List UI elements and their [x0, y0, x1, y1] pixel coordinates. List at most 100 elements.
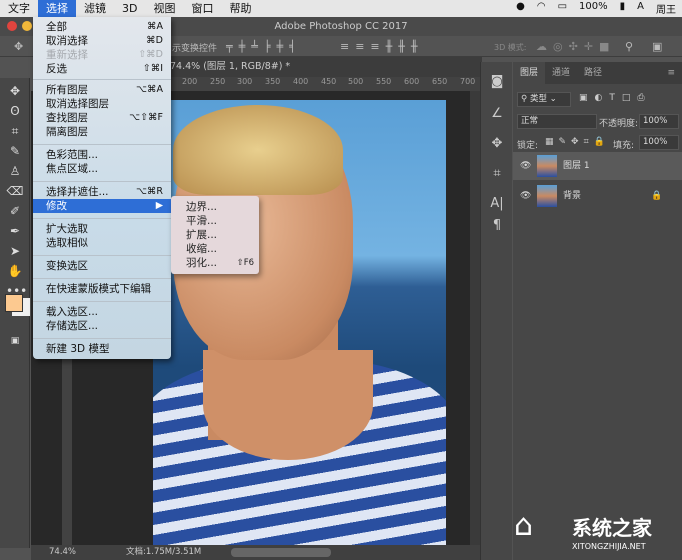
menu-item-label: 变换选区 [46, 260, 88, 272]
ruler-tick: 600 [404, 77, 420, 86]
submenu-item[interactable]: 扩展... [186, 228, 256, 242]
pen-tool-icon[interactable]: ✒ [6, 222, 24, 240]
select-arrow-icon[interactable]: ➤ [6, 242, 24, 260]
menu-item[interactable]: 所有图层 ⌥⌘A [33, 83, 171, 97]
menu-item[interactable]: 存储选区... [33, 319, 171, 333]
hand-tool-icon[interactable]: ✋ [6, 262, 24, 280]
visibility-eye-icon[interactable]: 👁 [520, 152, 531, 180]
menu-view[interactable]: 视图 [145, 0, 183, 17]
menu-item-label: 查找图层 [46, 112, 88, 124]
document-tab[interactable]: 74.4% (图层 1, RGB/8#) * [170, 57, 290, 77]
menu-separator [33, 218, 171, 219]
watermark: ⌂ 系统之家 XITONGZHIJIA.NET [510, 500, 682, 560]
menu-item[interactable]: 取消选择图层 [33, 97, 171, 111]
ruler-tick: 450 [321, 77, 337, 86]
healing-brush-icon[interactable]: ✎ [6, 142, 24, 160]
airplay-icon[interactable]: ▭ [558, 1, 567, 16]
foreground-color-swatch[interactable] [5, 294, 23, 312]
menu-item[interactable]: 选择并遮住... ⌥⌘R [33, 185, 171, 199]
blend-mode-select[interactable]: 正常 [517, 114, 597, 129]
menu-item[interactable]: 变换选区 [33, 259, 171, 273]
distribute-icons[interactable]: ≡≡≡╫╫╫ [340, 40, 424, 53]
type-panel-icon[interactable]: A| [488, 196, 506, 214]
menu-item[interactable]: 选取相似 [33, 236, 171, 250]
paragraph-icon[interactable]: ¶ [488, 218, 506, 236]
crop-panel-icon[interactable]: ⌗ [488, 166, 506, 184]
menu-item[interactable]: 载入选区... [33, 305, 171, 319]
panel-menu-icon[interactable]: ≡ [660, 62, 682, 84]
menu-item-shortcut: ⌘A [147, 21, 163, 32]
close-window-button[interactable] [7, 21, 17, 31]
menu-item-label: 焦点区域... [46, 163, 99, 175]
workspace-icon[interactable]: ▣ [652, 40, 662, 53]
wifi-icon[interactable]: ◠ [537, 1, 546, 16]
tab-layers[interactable]: 图层 [513, 62, 546, 84]
lock-icons[interactable]: ▦✎✥⌗🔒 [545, 137, 615, 147]
filter-icons[interactable]: ▣◐T□⎙ [579, 93, 679, 103]
layer-name[interactable]: 图层 1 [563, 152, 590, 180]
menu-item[interactable]: 反选 ⇧⌘I [33, 62, 171, 76]
submenu-item-shortcut: ⇧F6 [236, 258, 254, 268]
show-transform-controls[interactable]: 示变换控件 [172, 41, 217, 54]
vertical-scrollbar[interactable] [470, 91, 480, 545]
document-size: 文档:1.75M/3.51M [126, 547, 202, 557]
menu-item-shortcut: ⌥⇧⌘F [129, 112, 163, 123]
input-method-icon[interactable]: A [637, 1, 644, 16]
menu-3d[interactable]: 3D [114, 0, 145, 17]
menu-item[interactable]: 隔离图层 [33, 125, 171, 139]
document-image[interactable] [153, 100, 446, 545]
3d-tools-icons[interactable]: ☁◎✣✛■ [536, 40, 615, 53]
lasso-tool-icon[interactable]: ʘ [6, 102, 24, 120]
menu-item[interactable]: 在快速蒙版模式下编辑 [33, 282, 171, 296]
minimize-window-button[interactable] [22, 21, 32, 31]
stamp-tool-icon[interactable]: ♙ [6, 162, 24, 180]
submenu-item[interactable]: 收缩... [186, 242, 256, 256]
watermark-text: 系统之家 [572, 516, 652, 540]
adjust-icon[interactable]: ∠ [488, 106, 506, 124]
tab-paths[interactable]: 路径 [577, 62, 609, 84]
brush-tool-icon[interactable]: ✐ [6, 202, 24, 220]
user-name[interactable]: 周王 [656, 1, 676, 16]
menu-item[interactable]: 全部 ⌘A [33, 20, 171, 34]
move-tool-icon[interactable]: ✥ [6, 82, 24, 100]
menu-item[interactable]: 修改 ▶ [33, 199, 171, 213]
layer-row[interactable]: 👁 图层 1 [513, 152, 682, 180]
menu-item[interactable]: 色彩范围... [33, 148, 171, 162]
menu-text[interactable]: 文字 [0, 0, 38, 17]
menu-item[interactable]: 扩大选取 [33, 222, 171, 236]
opacity-input[interactable]: 100% [639, 114, 679, 129]
submenu-item[interactable]: 边界... [186, 200, 256, 214]
fill-input[interactable]: 100% [639, 135, 679, 150]
menu-item[interactable]: 重新选择 ⇧⌘D [33, 48, 171, 62]
properties-icon[interactable]: ◙ [488, 74, 506, 92]
puzzle-icon[interactable]: ✥ [488, 136, 506, 154]
menu-item[interactable]: 新建 3D 模型 [33, 342, 171, 356]
battery-icon[interactable]: ▮ [620, 1, 626, 16]
submenu-item-label: 平滑... [186, 215, 218, 227]
move-icon[interactable]: ✥ [14, 40, 23, 53]
eraser-tool-icon[interactable]: ⌫ [6, 182, 24, 200]
submenu-item[interactable]: 平滑... [186, 214, 256, 228]
menu-window[interactable]: 窗口 [183, 0, 221, 17]
menu-help[interactable]: 帮助 [221, 0, 259, 17]
menu-filter[interactable]: 滤镜 [76, 0, 114, 17]
quick-mask-icon[interactable]: ▣ [6, 332, 24, 350]
layer-filter-select[interactable]: ⚲ 类型 ⌄ [517, 92, 571, 107]
menu-item[interactable]: 取消选择 ⌘D [33, 34, 171, 48]
menu-select[interactable]: 选择 [38, 0, 76, 17]
layer-thumbnail [537, 155, 557, 177]
submenu-item[interactable]: 羽化... ⇧F6 [186, 256, 256, 270]
layer-row[interactable]: 👁 背景 🔒 [513, 182, 682, 210]
layer-name[interactable]: 背景 [563, 182, 581, 210]
menu-item[interactable]: 焦点区域... [33, 162, 171, 176]
menu-item[interactable]: 查找图层 ⌥⇧⌘F [33, 111, 171, 125]
crop-tool-icon[interactable]: ⌗ [6, 122, 24, 140]
align-icons[interactable]: ╤╪╧╞╪╡ [226, 40, 302, 53]
zoom-level[interactable]: 74.4% [49, 545, 76, 560]
submenu-item-label: 边界... [186, 201, 218, 213]
tab-channels[interactable]: 通道 [545, 62, 577, 84]
horizontal-scrollbar[interactable] [231, 548, 331, 557]
search-icon[interactable]: ⚲ [625, 40, 633, 53]
visibility-eye-icon[interactable]: 👁 [520, 182, 531, 210]
qq-icon[interactable]: ● [516, 1, 525, 16]
